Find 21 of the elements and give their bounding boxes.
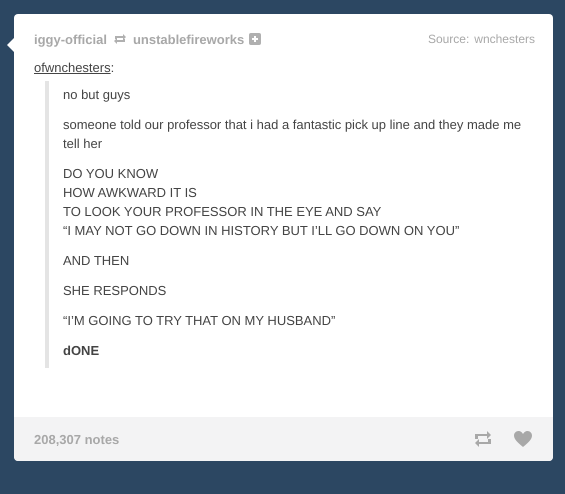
post-text: dONE bbox=[63, 342, 100, 360]
source-label: Source: bbox=[428, 32, 470, 46]
post-text: SHE RESPONDS bbox=[63, 282, 168, 300]
blog-link[interactable]: iggy-official bbox=[34, 32, 107, 46]
post-text: “I MAY NOT GO DOWN IN HISTORY BUT I’LL GO DOWN ON YOU” bbox=[63, 222, 460, 240]
follow-icon[interactable] bbox=[249, 33, 262, 45]
blog-link[interactable]: unstablefireworks bbox=[132, 32, 244, 46]
post-text: “I’M GOING TO TRY THAT ON MY HUSBAND” bbox=[63, 312, 336, 330]
post-text: HOW AWKWARD IT IS bbox=[63, 184, 198, 202]
post-text: AND THEN bbox=[63, 252, 130, 270]
post-text: someone told our professor that i had a fantastic pick up line and they made me tell her bbox=[63, 116, 522, 153]
post-text: TO LOOK YOUR PROFESSOR IN THE EYE AND SAY bbox=[63, 203, 382, 221]
reblog-icon[interactable] bbox=[473, 430, 493, 448]
post-text: DO YOU KNOW bbox=[63, 165, 160, 183]
author-link[interactable]: ofwnchesters bbox=[34, 60, 111, 75]
heart-icon[interactable] bbox=[513, 430, 533, 448]
reblog-icon bbox=[112, 33, 127, 45]
source-link[interactable]: wnchesters bbox=[474, 32, 535, 46]
post-text: no but guys bbox=[63, 86, 132, 104]
notes-count[interactable]: 208,307 notes bbox=[34, 432, 120, 446]
colon-text: : bbox=[110, 60, 114, 75]
